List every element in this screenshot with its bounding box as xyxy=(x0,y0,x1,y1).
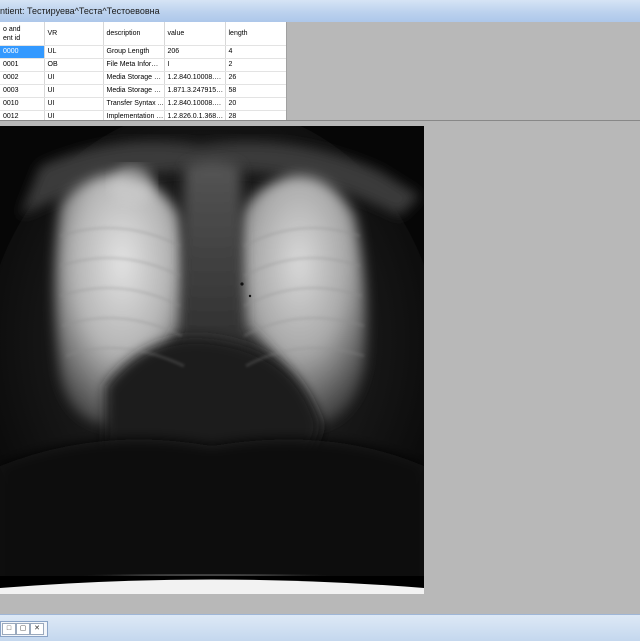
close-icon[interactable]: ✕ xyxy=(30,623,44,635)
cell-length: 58 xyxy=(225,84,286,98)
column-header-vr-label: VR xyxy=(47,30,58,37)
table-row[interactable]: 0002 UI Media Storage S... 1.2.840.10008.5.… xyxy=(0,71,286,85)
cell-vr: UI xyxy=(44,97,104,111)
column-header-description-label: description xyxy=(106,30,141,37)
cell-id: 0003 xyxy=(0,84,45,98)
cell-vr: UI xyxy=(44,110,104,120)
column-header-vr[interactable]: VR xyxy=(44,22,104,46)
cell-length: 26 xyxy=(225,71,286,85)
column-header-element-id[interactable]: o and ent id xyxy=(0,22,45,46)
restore-icon[interactable]: □ xyxy=(2,623,16,635)
cell-description: Group Length xyxy=(103,45,165,59)
cell-description: Transfer Syntax ... xyxy=(103,97,165,111)
minimized-window[interactable]: □ ▢ ✕ xyxy=(0,621,48,637)
cell-description: Media Storage S... xyxy=(103,84,165,98)
maximize-icon[interactable]: ▢ xyxy=(16,623,30,635)
title-bar: ntient: Тестируева^Теста^Тестоевовна xyxy=(0,0,640,23)
cell-length: 2 xyxy=(225,58,286,72)
dicom-tag-table-panel[interactable]: o and ent id VR description value length… xyxy=(0,22,287,120)
window-title: ntient: Тестируева^Теста^Тестоевовна xyxy=(0,6,160,16)
column-header-description[interactable]: description xyxy=(103,22,165,46)
cell-value: I xyxy=(164,58,226,72)
cell-value: 1.871.3.2479155... xyxy=(164,84,226,98)
cell-length: 20 xyxy=(225,97,286,111)
table-row[interactable]: 0001 OB File Meta Informa... I 2 xyxy=(0,58,286,72)
column-header-length[interactable]: length xyxy=(225,22,286,46)
app-body: o and ent id VR description value length… xyxy=(0,22,640,614)
cell-value: 1.2.826.0.1.3680... xyxy=(164,110,226,120)
column-header-value[interactable]: value xyxy=(164,22,226,46)
cell-description: File Meta Informa... xyxy=(103,58,165,72)
cell-value: 1.2.840.10008.5.... xyxy=(164,71,226,85)
cell-id: 0010 xyxy=(0,97,45,111)
table-header-row: o and ent id VR description value length xyxy=(0,22,286,46)
table-row[interactable]: 0012 UI Implementation Cl... 1.2.826.0.1.36… xyxy=(0,110,286,120)
cell-description: Media Storage S... xyxy=(103,71,165,85)
chest-xray-image xyxy=(0,126,424,594)
cell-vr: UI xyxy=(44,84,104,98)
cell-value: 206 xyxy=(164,45,226,59)
cell-id: 0012 xyxy=(0,110,45,120)
cell-id: 0000 xyxy=(0,45,45,59)
mdi-taskbar: □ ▢ ✕ xyxy=(0,614,640,641)
column-header-value-label: value xyxy=(167,30,185,37)
table-row[interactable]: 0010 UI Transfer Syntax ... 1.2.840.10008.1… xyxy=(0,97,286,111)
column-header-length-label: length xyxy=(228,30,248,37)
cell-id: 0001 xyxy=(0,58,45,72)
cell-length: 28 xyxy=(225,110,286,120)
panel-separator[interactable] xyxy=(0,120,640,121)
xray-image-viewer[interactable] xyxy=(0,126,424,594)
cell-vr: UI xyxy=(44,71,104,85)
cell-vr: OB xyxy=(44,58,104,72)
table-row[interactable]: 0000 UL Group Length 206 4 xyxy=(0,45,286,59)
cell-length: 4 xyxy=(225,45,286,59)
cell-id: 0002 xyxy=(0,71,45,85)
cell-vr: UL xyxy=(44,45,104,59)
column-header-element-id-label: o and ent id xyxy=(3,25,21,42)
cell-value: 1.2.840.10008.1.... xyxy=(164,97,226,111)
cell-description: Implementation Cl... xyxy=(103,110,165,120)
table-row[interactable]: 0003 UI Media Storage S... 1.871.3.2479155.… xyxy=(0,84,286,98)
dicom-tag-table: o and ent id VR description value length… xyxy=(0,22,286,120)
